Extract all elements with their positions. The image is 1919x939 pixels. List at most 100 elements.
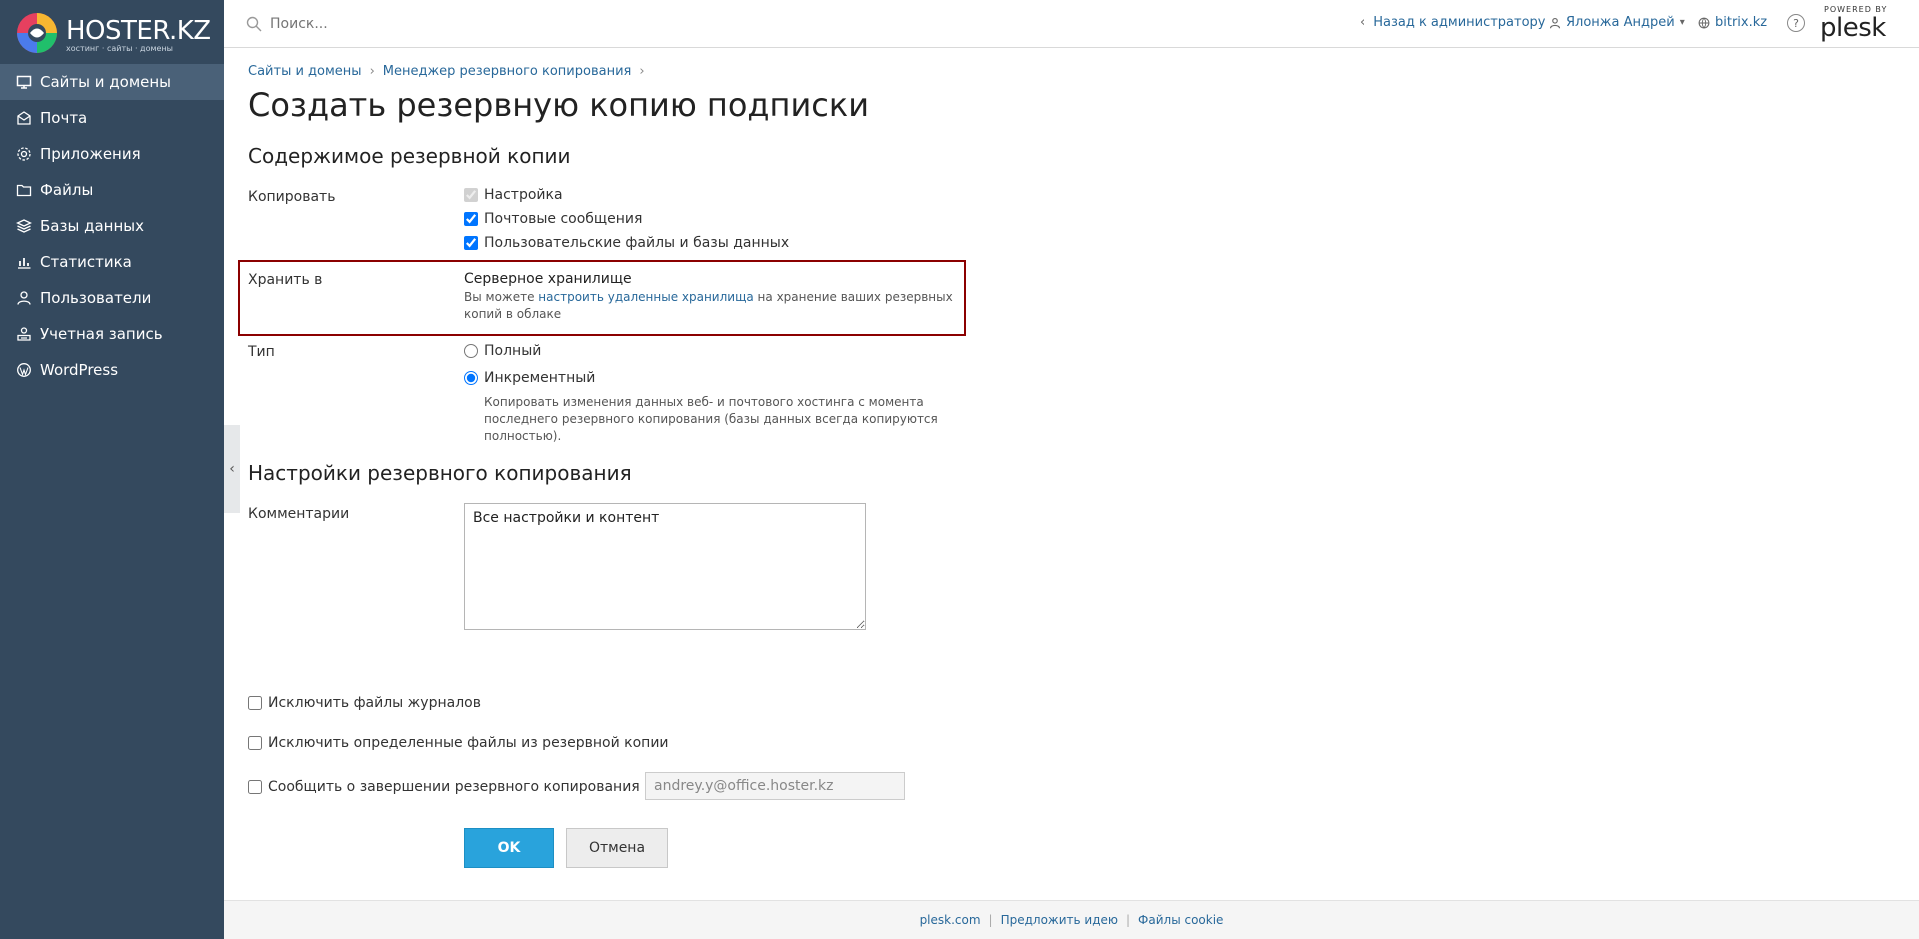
section-title-content: Содержимое резервной копии (248, 144, 571, 168)
section-title-settings: Настройки резервного копирования (248, 461, 632, 485)
sidebar-collapse-handle[interactable]: ‹ (224, 425, 240, 513)
store-in-label: Хранить в (248, 272, 323, 288)
breadcrumb-separator-icon: › (369, 64, 375, 79)
exclude-logs-checkbox[interactable] (248, 696, 262, 710)
settings-checkbox[interactable] (464, 188, 478, 202)
storage-desc-prefix: Вы можете (464, 290, 539, 304)
exclude-files-label: Исключить определенные файлы из резервно… (268, 735, 669, 751)
domain-name: bitrix.kz (1715, 15, 1768, 30)
ok-button[interactable]: OK (464, 828, 554, 868)
breadcrumb: Сайты и домены › Менеджер резервного копир… (248, 64, 653, 79)
copy-option-user-files: Пользовательские файлы и базы данных (464, 235, 789, 251)
layers-icon (16, 219, 32, 233)
notify-row: Сообщить о завершении резервного копиров… (248, 779, 662, 795)
domain-selector[interactable]: bitrix.kz (1698, 15, 1767, 30)
sidebar-item-label: Пользователи (40, 289, 152, 307)
footer: plesk.com | Предложить идею | Файлы cookie (224, 900, 1919, 939)
comment-textarea[interactable]: Все настройки и контент (464, 503, 866, 630)
sidebar-nav: Сайты и домены Почта Приложения Файлы Ба… (0, 64, 224, 388)
user-name: Ялонжа Андрей (1566, 15, 1675, 30)
search-input[interactable] (268, 15, 528, 33)
sidebar-item-databases[interactable]: Базы данных (0, 208, 224, 244)
sidebar-item-applications[interactable]: Приложения (0, 136, 224, 172)
gear-icon (17, 147, 31, 161)
logo-tagline: хостинг · сайты · домены (66, 44, 173, 53)
hoster-logo[interactable]: HOSTER.KZ хостинг · сайты · домены (14, 10, 214, 56)
user-menu[interactable]: Ялонжа Андрей ▾ (1549, 15, 1685, 30)
user-files-checkbox[interactable] (464, 236, 478, 250)
type-option-incremental: Инкрементный (464, 370, 595, 386)
mail-icon (17, 111, 31, 125)
back-to-admin-label: Назад к администратору (1373, 15, 1546, 30)
account-icon (17, 327, 31, 341)
wordpress-icon (17, 363, 31, 377)
bar-chart-icon (18, 258, 31, 269)
plesk-wordmark: plesk (1820, 13, 1886, 43)
back-to-admin-link[interactable]: ‹ Назад к администратору (1360, 15, 1546, 30)
exclude-logs-label: Исключить файлы журналов (268, 695, 481, 711)
copy-option-settings: Настройка (464, 187, 563, 203)
sidebar-item-statistics[interactable]: Статистика (0, 244, 224, 280)
mail-messages-label: Почтовые сообщения (484, 211, 643, 227)
notify-email-field[interactable] (645, 772, 905, 800)
footer-link-cookies[interactable]: Файлы cookie (1138, 913, 1223, 927)
search-box (246, 12, 546, 36)
incremental-backup-radio[interactable] (464, 371, 478, 385)
settings-label: Настройка (484, 187, 563, 203)
top-bar: ‹ Назад к администратору Ялонжа Андрей ▾… (224, 0, 1919, 48)
footer-separator: | (988, 913, 993, 927)
breadcrumb-item-sites-domains[interactable]: Сайты и домены (248, 64, 362, 79)
chevron-down-icon: ▾ (1679, 17, 1685, 28)
globe-icon (1698, 17, 1710, 29)
type-option-full: Полный (464, 343, 541, 359)
help-icon[interactable]: ? (1787, 14, 1805, 32)
cancel-button[interactable]: Отмена (566, 828, 668, 868)
breadcrumb-item-backup-manager[interactable]: Менеджер резервного копирования (383, 64, 632, 79)
exclude-files-checkbox[interactable] (248, 736, 262, 750)
incremental-backup-label: Инкрементный (484, 370, 596, 386)
sidebar-item-label: Файлы (40, 181, 94, 199)
sidebar-item-label: Статистика (40, 253, 132, 271)
user-icon (17, 291, 31, 305)
server-storage-label: Серверное хранилище (464, 271, 632, 287)
sidebar: HOSTER.KZ хостинг · сайты · домены Сайты… (0, 0, 224, 939)
copy-option-mail: Почтовые сообщения (464, 211, 642, 227)
page-title: Создать резервную копию подписки (248, 86, 869, 124)
sidebar-item-mail[interactable]: Почта (0, 100, 224, 136)
configure-remote-storage-link[interactable]: настроить удаленные хранилища (538, 290, 753, 304)
incremental-hint: Копировать изменения данных веб- и почто… (484, 395, 938, 443)
sidebar-item-label: Сайты и домены (40, 73, 172, 91)
sidebar-item-users[interactable]: Пользователи (0, 280, 224, 316)
sidebar-item-label: Учетная запись (40, 325, 163, 343)
copy-label: Копировать (248, 189, 336, 205)
folder-icon (16, 184, 32, 197)
footer-links: plesk.com | Предложить идею | Файлы cookie (224, 913, 1919, 927)
sidebar-item-label: Базы данных (40, 217, 144, 235)
exclude-files-row: Исключить определенные файлы из резервно… (248, 735, 669, 751)
user-files-label: Пользовательские файлы и базы данных (484, 235, 790, 251)
sidebar-item-label: WordPress (40, 361, 119, 379)
sidebar-item-files[interactable]: Файлы (0, 172, 224, 208)
exclude-logs-row: Исключить файлы журналов (248, 695, 481, 711)
sidebar-item-wordpress[interactable]: WordPress (0, 352, 224, 388)
footer-separator: | (1126, 913, 1131, 927)
storage-description: Вы можете настроить удаленные хранилища … (464, 289, 964, 323)
notify-checkbox[interactable] (248, 780, 262, 794)
sidebar-item-sites-domains[interactable]: Сайты и домены (0, 64, 224, 100)
footer-link-plesk[interactable]: plesk.com (920, 913, 981, 927)
full-backup-radio[interactable] (464, 344, 478, 358)
hoster-logo-icon (17, 13, 57, 53)
mail-messages-checkbox[interactable] (464, 212, 478, 226)
footer-link-suggest-idea[interactable]: Предложить идею (1001, 913, 1118, 927)
breadcrumb-separator-icon: › (639, 64, 645, 79)
sidebar-item-label: Почта (40, 109, 88, 127)
plesk-logo: POWERED BY plesk (1820, 5, 1890, 43)
notify-label: Сообщить о завершении резервного копиров… (268, 779, 662, 795)
sidebar-item-label: Приложения (40, 145, 141, 163)
sidebar-item-account[interactable]: Учетная запись (0, 316, 224, 352)
chevron-left-icon: ‹ (229, 461, 235, 477)
user-icon (1549, 17, 1561, 28)
search-icon (246, 16, 262, 32)
logo-text: HOSTER.KZ (66, 16, 211, 46)
full-backup-label: Полный (484, 343, 542, 359)
